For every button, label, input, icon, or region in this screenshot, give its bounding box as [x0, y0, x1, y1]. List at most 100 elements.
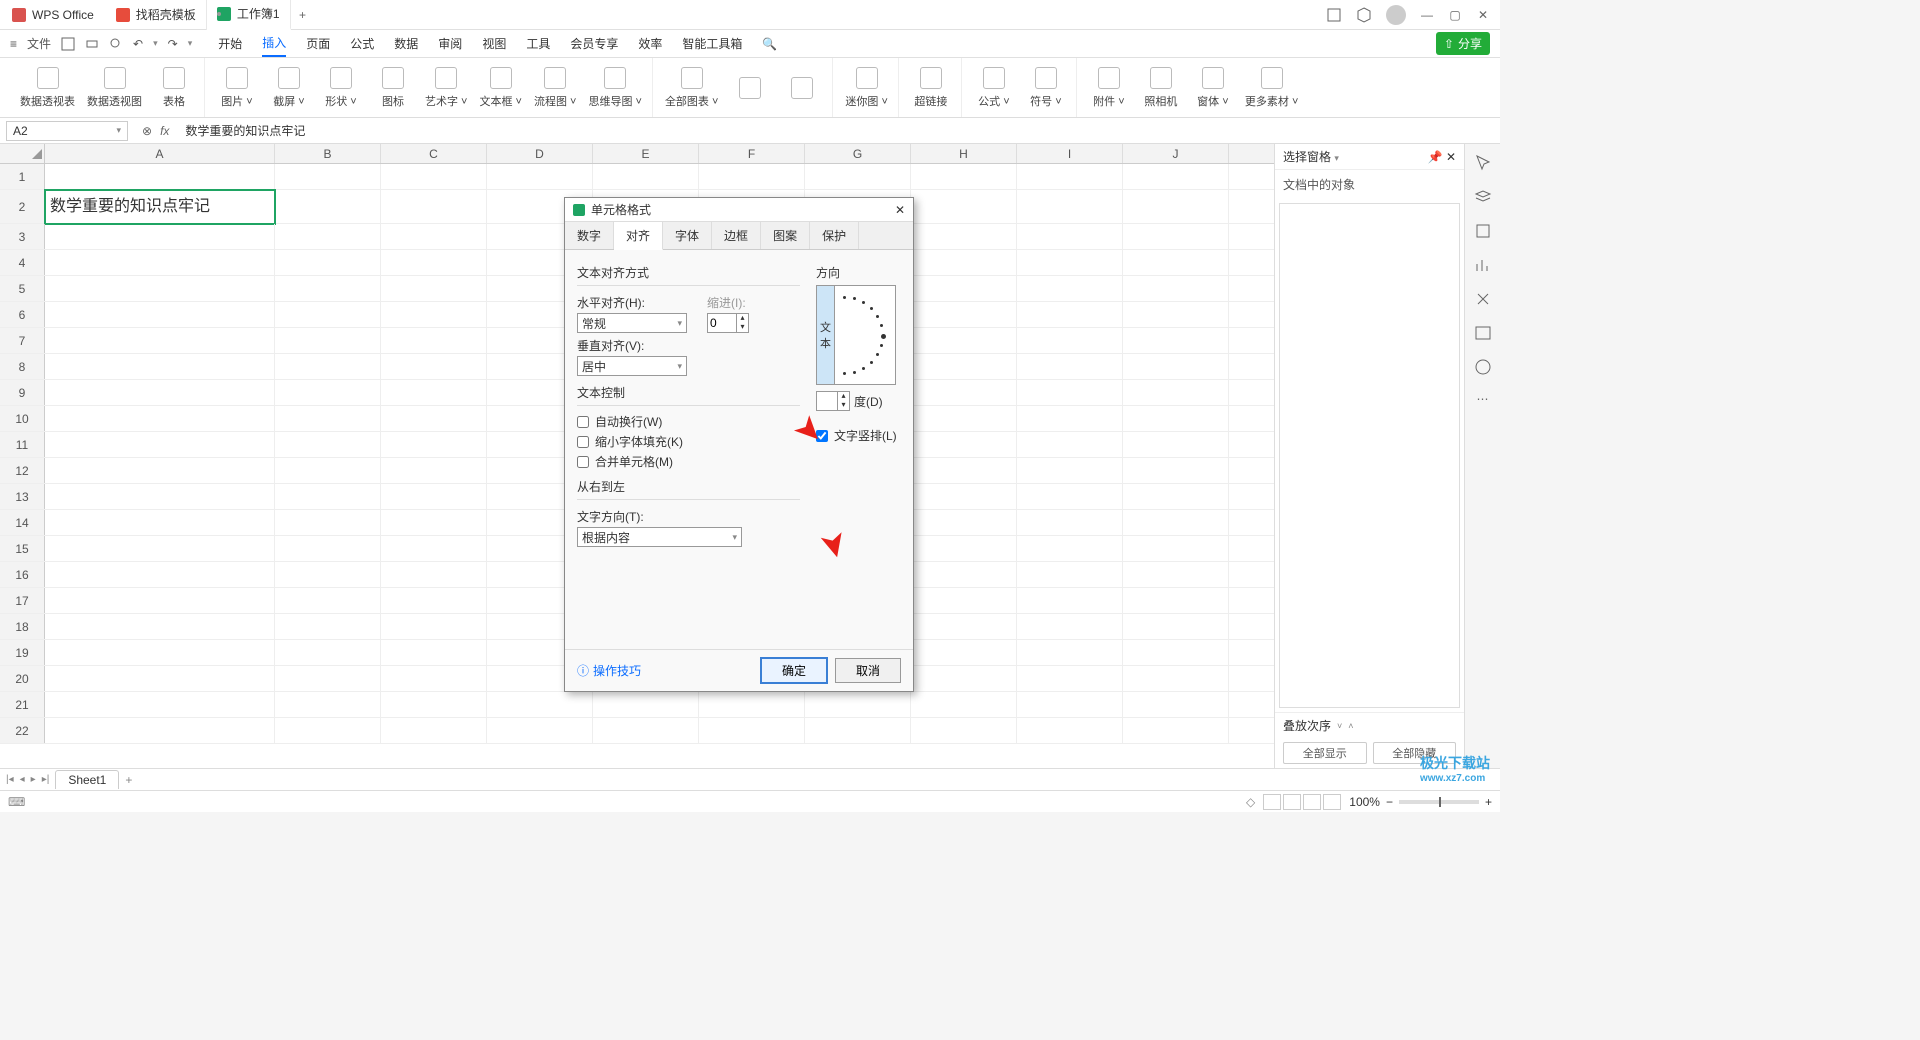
cell-B15[interactable] — [275, 536, 381, 561]
ribbon-艺术字[interactable]: 艺术字 ˅ — [425, 58, 467, 117]
cell-H1[interactable] — [911, 164, 1017, 189]
col-header-G[interactable]: G — [805, 144, 911, 163]
cell-H13[interactable] — [911, 484, 1017, 509]
cell-I20[interactable] — [1017, 666, 1123, 691]
cell-I12[interactable] — [1017, 458, 1123, 483]
cell-H16[interactable] — [911, 562, 1017, 587]
cell-I7[interactable] — [1017, 328, 1123, 353]
cell-B5[interactable] — [275, 276, 381, 301]
next-sheet-button[interactable]: ▸ — [31, 774, 36, 785]
ribbon-思维导图[interactable]: 思维导图 ˅ — [588, 58, 641, 117]
cell-H18[interactable] — [911, 614, 1017, 639]
cell-J10[interactable] — [1123, 406, 1229, 431]
row-header[interactable]: 18 — [0, 614, 45, 639]
zoom-in-button[interactable]: + — [1485, 795, 1492, 809]
minimize-button[interactable]: — — [1420, 8, 1434, 22]
shrink-fit-checkbox[interactable]: 缩小字体填充(K) — [577, 433, 800, 450]
maximize-button[interactable]: ▢ — [1448, 8, 1462, 22]
name-box[interactable]: A2 ▾ — [6, 121, 128, 141]
row-header[interactable]: 9 — [0, 380, 45, 405]
cell-B9[interactable] — [275, 380, 381, 405]
reader-icon[interactable] — [1326, 7, 1342, 23]
cell-A4[interactable] — [45, 250, 275, 275]
ribbon-icon[interactable] — [730, 58, 770, 117]
layers-icon[interactable] — [1474, 188, 1492, 206]
row-header[interactable]: 4 — [0, 250, 45, 275]
dialog-tab-保护[interactable]: 保护 — [810, 222, 859, 249]
cell-C19[interactable] — [381, 640, 487, 665]
row-header[interactable]: 21 — [0, 692, 45, 717]
cell-F22[interactable] — [699, 718, 805, 743]
cell-I10[interactable] — [1017, 406, 1123, 431]
cell-J21[interactable] — [1123, 692, 1229, 717]
cell-C16[interactable] — [381, 562, 487, 587]
menu-tab-数据[interactable]: 数据 — [394, 31, 418, 56]
chevron-down-icon[interactable]: ▾ — [1334, 153, 1339, 163]
col-header-H[interactable]: H — [911, 144, 1017, 163]
cell-C10[interactable] — [381, 406, 487, 431]
status-icon[interactable]: ⌨ — [8, 795, 25, 809]
cell-I14[interactable] — [1017, 510, 1123, 535]
pin-icon[interactable]: 📌 — [1428, 150, 1443, 164]
cell-A19[interactable] — [45, 640, 275, 665]
add-sheet-button[interactable]: + — [125, 773, 132, 787]
image-icon[interactable] — [1474, 324, 1492, 342]
cell-H3[interactable] — [911, 224, 1017, 249]
cell-A9[interactable] — [45, 380, 275, 405]
cell-I9[interactable] — [1017, 380, 1123, 405]
cell-H11[interactable] — [911, 432, 1017, 457]
cell-J20[interactable] — [1123, 666, 1229, 691]
cell-J22[interactable] — [1123, 718, 1229, 743]
cell-J18[interactable] — [1123, 614, 1229, 639]
cell-I21[interactable] — [1017, 692, 1123, 717]
cube-icon[interactable] — [1356, 7, 1372, 23]
more-icon[interactable]: ⋯ — [1477, 392, 1489, 406]
degree-value[interactable] — [817, 392, 837, 410]
print-preview-icon[interactable] — [109, 37, 123, 51]
sheet-tab[interactable]: Sheet1 — [55, 770, 119, 789]
row-header[interactable]: 5 — [0, 276, 45, 301]
cell-J8[interactable] — [1123, 354, 1229, 379]
chevron-down-icon[interactable]: ˅ — [1337, 721, 1342, 731]
cell-H21[interactable] — [911, 692, 1017, 717]
print-icon[interactable] — [85, 37, 99, 51]
checkbox-icon[interactable] — [816, 430, 828, 442]
ribbon-全部图表[interactable]: 全部图表 ˅ — [665, 58, 718, 117]
row-header[interactable]: 20 — [0, 666, 45, 691]
row-header[interactable]: 2 — [0, 190, 45, 223]
search-icon[interactable]: 🔍 — [762, 37, 777, 51]
row-header[interactable]: 15 — [0, 536, 45, 561]
layout-view-button[interactable] — [1303, 794, 1321, 810]
vertical-text-checkbox[interactable]: 文字竖排(L) — [816, 427, 901, 444]
cell-J7[interactable] — [1123, 328, 1229, 353]
ribbon-数据透视表[interactable]: 数据透视表 — [20, 58, 75, 117]
chevron-up-icon[interactable]: ˄ — [1348, 721, 1353, 731]
cell-J17[interactable] — [1123, 588, 1229, 613]
cell-C12[interactable] — [381, 458, 487, 483]
row-header[interactable]: 12 — [0, 458, 45, 483]
cell-B3[interactable] — [275, 224, 381, 249]
ribbon-图标[interactable]: 图标 — [373, 58, 413, 117]
cell-H14[interactable] — [911, 510, 1017, 535]
cell-I13[interactable] — [1017, 484, 1123, 509]
undo-dropdown-icon[interactable]: ▾ — [153, 38, 158, 49]
cell-A18[interactable] — [45, 614, 275, 639]
dialog-tab-对齐[interactable]: 对齐 — [614, 222, 663, 250]
reader-view-button[interactable] — [1323, 794, 1341, 810]
cell-B22[interactable] — [275, 718, 381, 743]
normal-view-button[interactable] — [1263, 794, 1281, 810]
ribbon-流程图[interactable]: 流程图 ˅ — [534, 58, 576, 117]
cell-H22[interactable] — [911, 718, 1017, 743]
menu-icon[interactable]: ≡ — [10, 37, 17, 51]
ribbon-照相机[interactable]: 照相机 — [1141, 58, 1181, 117]
cell-H20[interactable] — [911, 666, 1017, 691]
row-header[interactable]: 7 — [0, 328, 45, 353]
cell-I18[interactable] — [1017, 614, 1123, 639]
ribbon-图片[interactable]: 图片 ˅ — [217, 58, 257, 117]
doc-tab-templates[interactable]: 找稻壳模板 — [106, 0, 207, 30]
cell-B17[interactable] — [275, 588, 381, 613]
indent-value[interactable] — [708, 314, 736, 332]
dialog-tab-数字[interactable]: 数字 — [565, 222, 614, 249]
checkbox-icon[interactable] — [577, 416, 589, 428]
spin-down-icon[interactable]: ▾ — [837, 401, 849, 410]
